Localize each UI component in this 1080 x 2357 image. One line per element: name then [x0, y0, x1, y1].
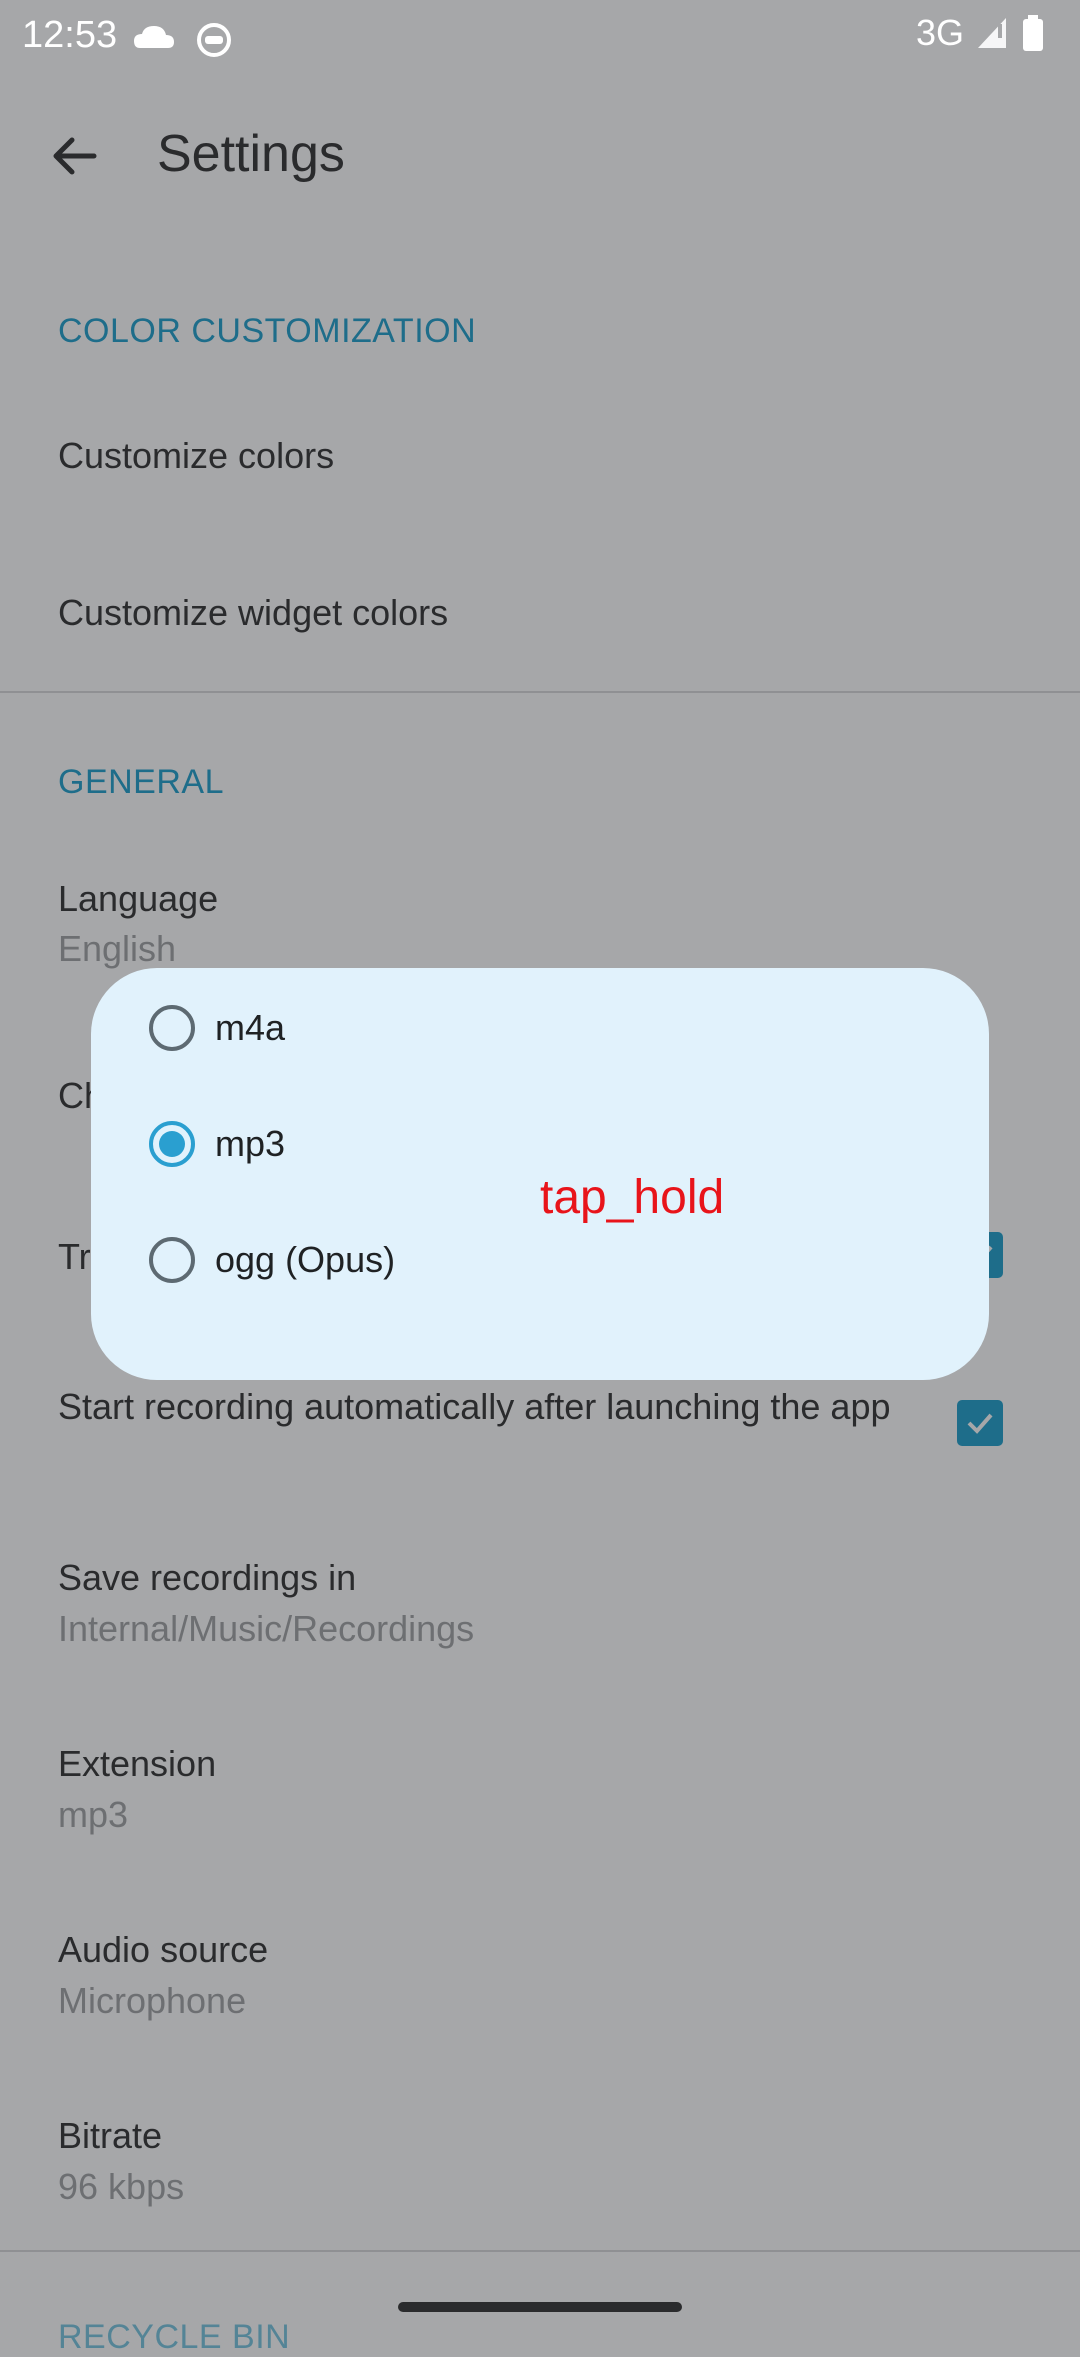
signal-icon — [978, 18, 1006, 48]
notification-icons — [132, 18, 234, 58]
language-value: English — [58, 928, 177, 969]
audio-source-value: Microphone — [58, 1980, 247, 2021]
radio-button[interactable] — [149, 1005, 195, 1051]
language-title[interactable]: Language — [58, 878, 218, 920]
audio-source-title[interactable]: Audio source — [58, 1929, 268, 1971]
customize-colors-item[interactable]: Customize colors — [58, 435, 334, 477]
hidden-setting-2[interactable]: Tr — [58, 1236, 91, 1278]
extension-value: mp3 — [58, 1794, 129, 1835]
save-recordings-title[interactable]: Save recordings in — [58, 1557, 356, 1599]
radio-label: m4a — [215, 1007, 286, 1048]
status-time: 12:53 — [22, 14, 118, 56]
bitrate-value: 96 kbps — [58, 2166, 185, 2207]
start-recording-checkbox[interactable] — [957, 1400, 1003, 1446]
section-header-recycle: RECYCLE BIN — [58, 2318, 291, 2356]
home-indicator[interactable] — [398, 2302, 682, 2312]
gesture-annotation-label: tap_hold — [540, 1171, 725, 1224]
radio-option-ogg[interactable]: ogg (Opus) — [149, 1220, 395, 1300]
divider — [0, 2250, 1080, 2252]
status-bar: 12:53 3G — [0, 0, 1080, 76]
battery-icon — [1023, 15, 1043, 51]
check-icon — [967, 1413, 993, 1434]
divider — [0, 691, 1080, 693]
radio-button[interactable] — [149, 1237, 195, 1283]
radio-label: ogg (Opus) — [215, 1239, 396, 1280]
status-right-icons: 3G — [916, 12, 1044, 54]
radio-label: mp3 — [215, 1123, 286, 1164]
back-button[interactable] — [44, 126, 104, 186]
radio-button-selected[interactable] — [149, 1121, 195, 1167]
start-recording-setting[interactable]: Start recording automatically after laun… — [58, 1385, 918, 1429]
page-title: Settings — [157, 125, 345, 183]
cloud-notification-icon — [134, 26, 174, 48]
save-recordings-value: Internal/Music/Recordings — [58, 1608, 475, 1649]
extension-title[interactable]: Extension — [58, 1743, 216, 1785]
radio-option-mp3[interactable]: mp3 — [149, 1104, 285, 1184]
customize-widget-colors-item[interactable]: Customize widget colors — [58, 592, 448, 634]
android-notification-icon — [197, 23, 231, 57]
section-header-color: COLOR CUSTOMIZATION — [58, 312, 477, 350]
bitrate-title[interactable]: Bitrate — [58, 2115, 162, 2157]
arrow-back-icon — [53, 137, 97, 175]
section-header-general: GENERAL — [58, 763, 224, 801]
network-type: 3G — [915, 12, 964, 53]
radio-option-m4a[interactable]: m4a — [149, 988, 285, 1068]
